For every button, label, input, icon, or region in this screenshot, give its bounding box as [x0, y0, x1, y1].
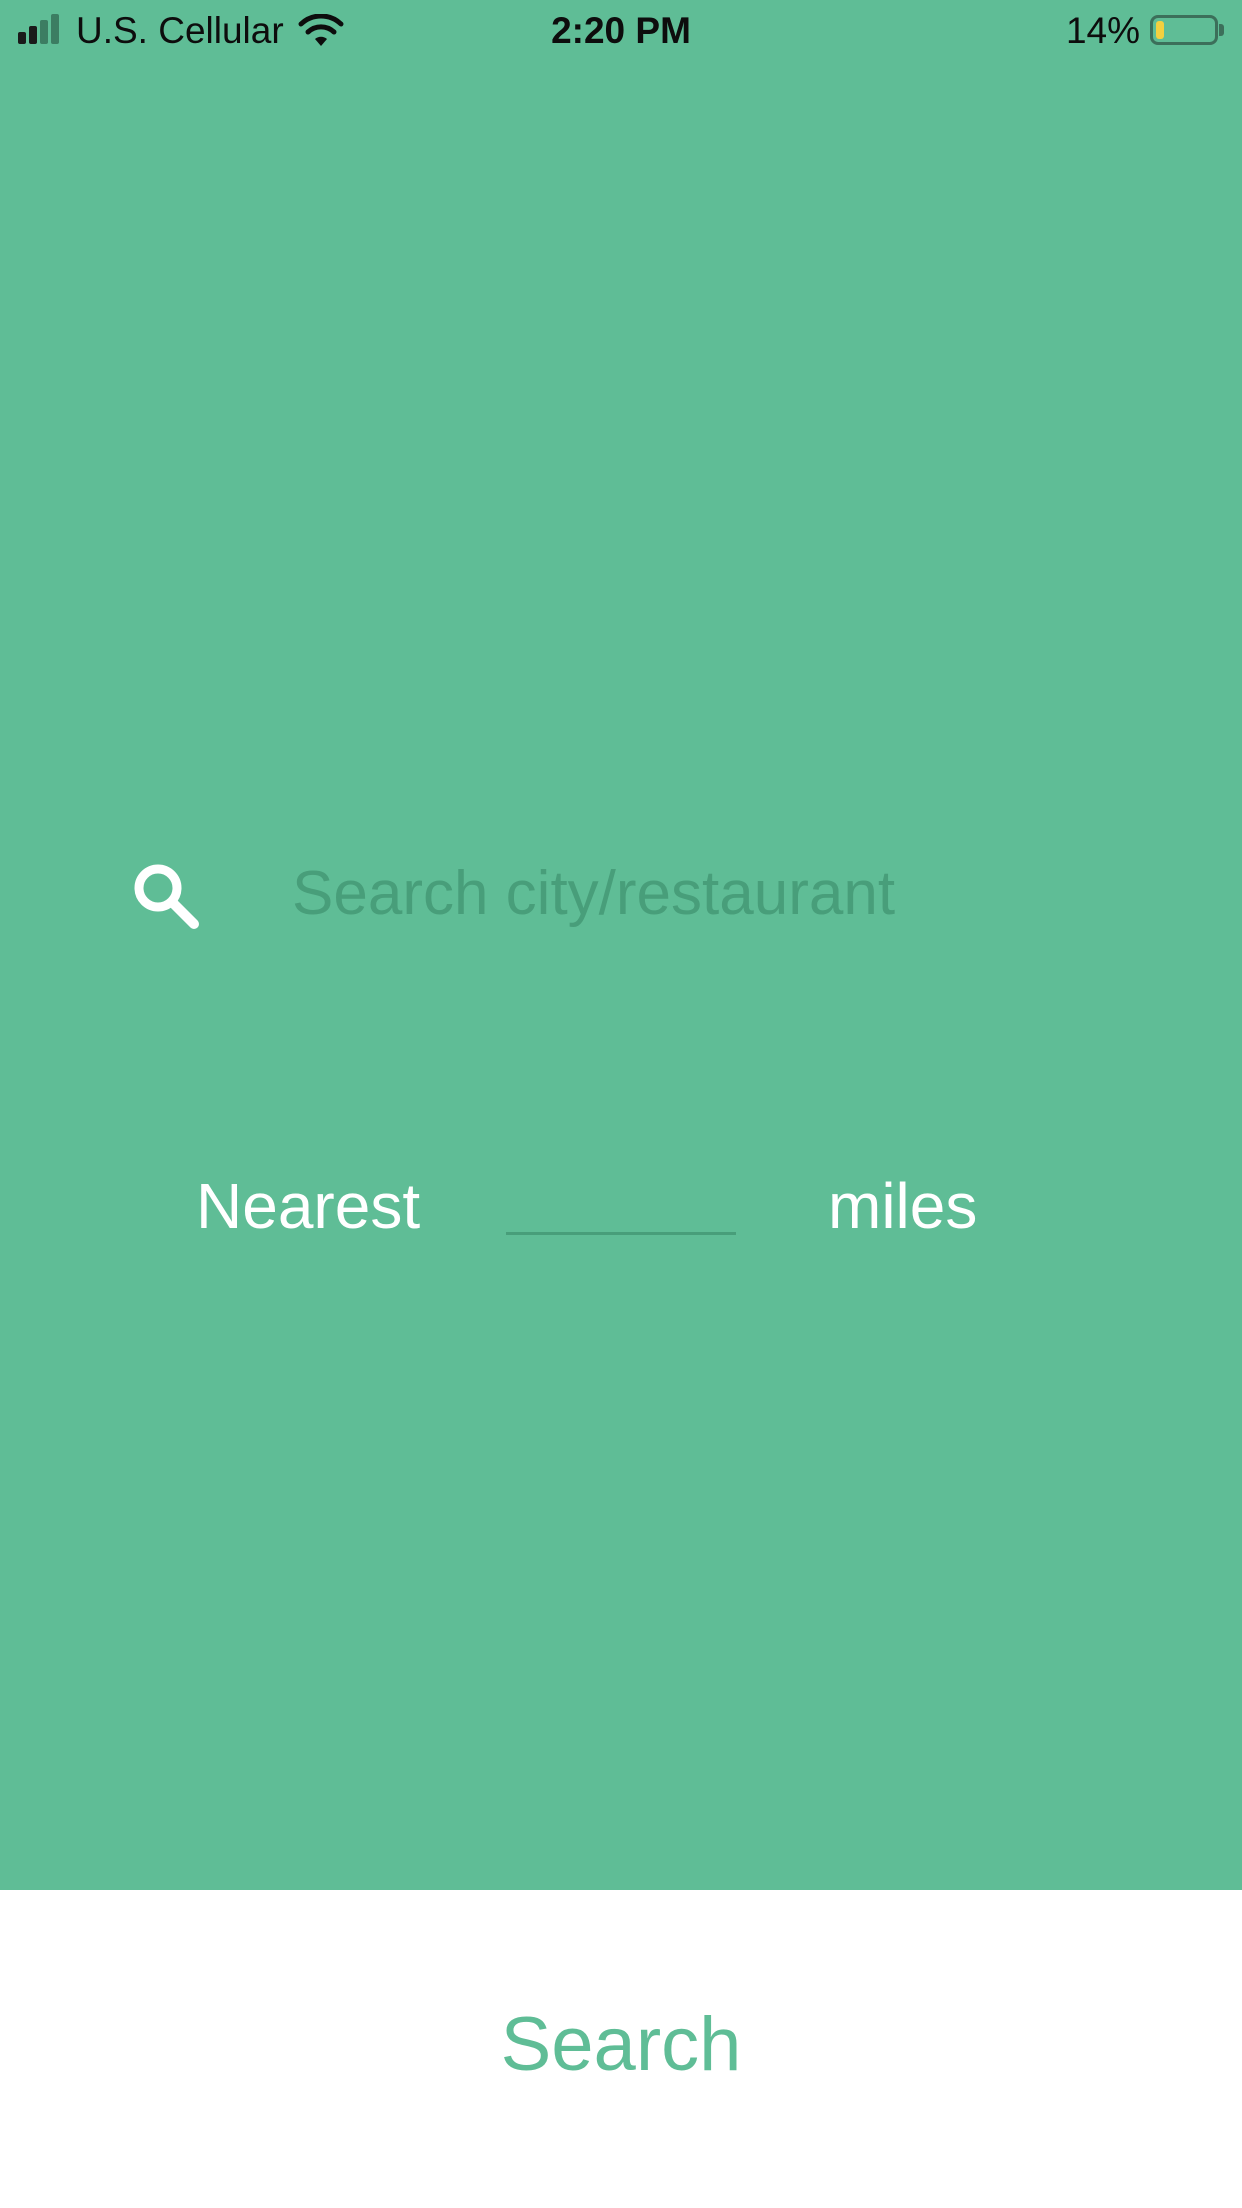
- battery-icon: [1150, 15, 1218, 45]
- search-button-label: Search: [500, 2002, 742, 2087]
- status-time: 2:20 PM: [551, 10, 691, 51]
- app-screen: U.S. Cellular 2:20 PM 14% Nearest miles …: [0, 0, 1242, 2208]
- status-bar: U.S. Cellular 2:20 PM 14%: [0, 0, 1242, 62]
- distance-miles-input[interactable]: [506, 1160, 736, 1235]
- search-icon: [134, 864, 199, 929]
- battery-cap: [1219, 24, 1224, 36]
- search-panel: U.S. Cellular 2:20 PM 14% Nearest miles: [0, 0, 1242, 1890]
- miles-label: miles: [828, 1170, 978, 1242]
- nearest-label: Nearest: [196, 1170, 421, 1242]
- battery-level: [1156, 21, 1164, 39]
- search-input[interactable]: [292, 850, 1092, 936]
- battery-percentage: 14%: [1065, 10, 1140, 51]
- search-button[interactable]: Search: [0, 1890, 1242, 2208]
